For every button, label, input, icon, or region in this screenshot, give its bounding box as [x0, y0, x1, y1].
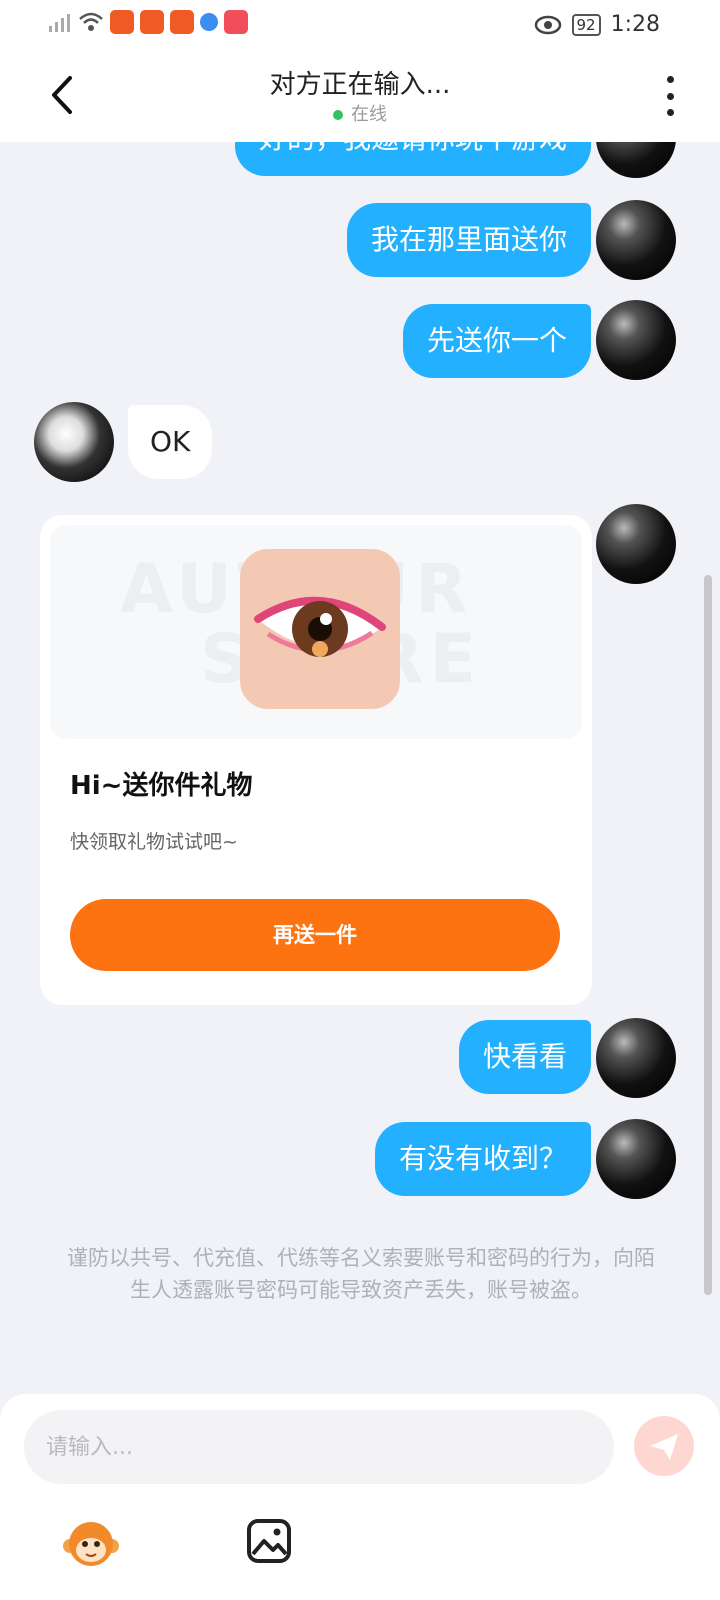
app-notification-icon	[140, 10, 164, 34]
wifi-icon	[79, 12, 103, 31]
online-status-label: 在线	[351, 104, 387, 125]
app-notification-icon	[170, 10, 194, 34]
outgoing-message[interactable]: 有没有收到？	[374, 1122, 591, 1196]
outgoing-message[interactable]: 先送你一个	[402, 304, 591, 378]
gift-banner: AUTOURSTORE	[50, 525, 582, 739]
status-icons-right: 92 1:28	[534, 12, 660, 37]
emoji-button[interactable]	[62, 1514, 120, 1572]
app-notification-icon	[110, 10, 134, 34]
my-avatar[interactable]	[596, 1018, 676, 1098]
clock: 1:28	[610, 12, 660, 37]
outgoing-message[interactable]: 好的，我邀请你玩个游戏	[234, 142, 591, 176]
security-warning: 谨防以共号、代充值、代练等名义索要账号和密码的行为，向陌生人透露账号密码可能导致…	[67, 1246, 655, 1302]
more-dot-icon	[666, 92, 674, 100]
send-another-gift-button[interactable]: 再送一件	[70, 899, 560, 971]
page-title: 对方正在输入...	[269, 70, 451, 100]
gift-item-image	[240, 549, 400, 709]
gift-title: Hi~送你件礼物	[70, 771, 253, 801]
status-bar: 92 1:28	[0, 0, 720, 50]
my-avatar[interactable]	[596, 200, 676, 280]
my-avatar[interactable]	[596, 300, 676, 380]
my-avatar[interactable]	[596, 504, 676, 584]
image-button[interactable]	[244, 1516, 294, 1566]
image-icon	[247, 1519, 291, 1563]
eye-icon	[534, 15, 561, 34]
status-icons-left	[48, 10, 248, 34]
scrollbar[interactable]	[704, 575, 712, 1295]
outgoing-message[interactable]: 快看看	[458, 1020, 591, 1094]
paper-plane-icon	[650, 1434, 678, 1460]
browser-notification-icon	[200, 13, 218, 31]
monkey-emoji-icon	[63, 1522, 119, 1566]
message-list[interactable]: 好的，我邀请你玩个游戏 我在那里面送你 先送你一个 OK AUTOURSTORE…	[0, 142, 720, 1394]
gift-card[interactable]: AUTOURSTORE Hi~送你件礼物 快领取礼物试试吧~ 再送一件	[40, 515, 592, 1005]
signal-icon	[49, 14, 70, 32]
outgoing-message[interactable]: 我在那里面送你	[346, 203, 591, 277]
online-dot-icon	[333, 110, 343, 120]
app-notification-icon	[224, 10, 248, 34]
contact-avatar[interactable]	[34, 402, 114, 482]
my-avatar[interactable]	[596, 1119, 676, 1199]
more-dot-icon	[666, 109, 674, 116]
gift-subtitle: 快领取礼物试试吧~	[70, 831, 238, 853]
chat-header: 对方正在输入... 在线	[0, 50, 720, 142]
eye-makeup-icon	[254, 596, 386, 657]
message-input[interactable]	[24, 1410, 614, 1484]
battery-indicator: 92	[571, 13, 601, 36]
more-options-button[interactable]	[664, 76, 676, 116]
online-status: 在线	[0, 100, 720, 126]
my-avatar[interactable]	[596, 142, 676, 178]
incoming-message[interactable]: OK	[128, 405, 213, 479]
more-dot-icon	[666, 76, 674, 83]
input-bar	[0, 1394, 720, 1600]
send-button[interactable]	[634, 1416, 694, 1476]
